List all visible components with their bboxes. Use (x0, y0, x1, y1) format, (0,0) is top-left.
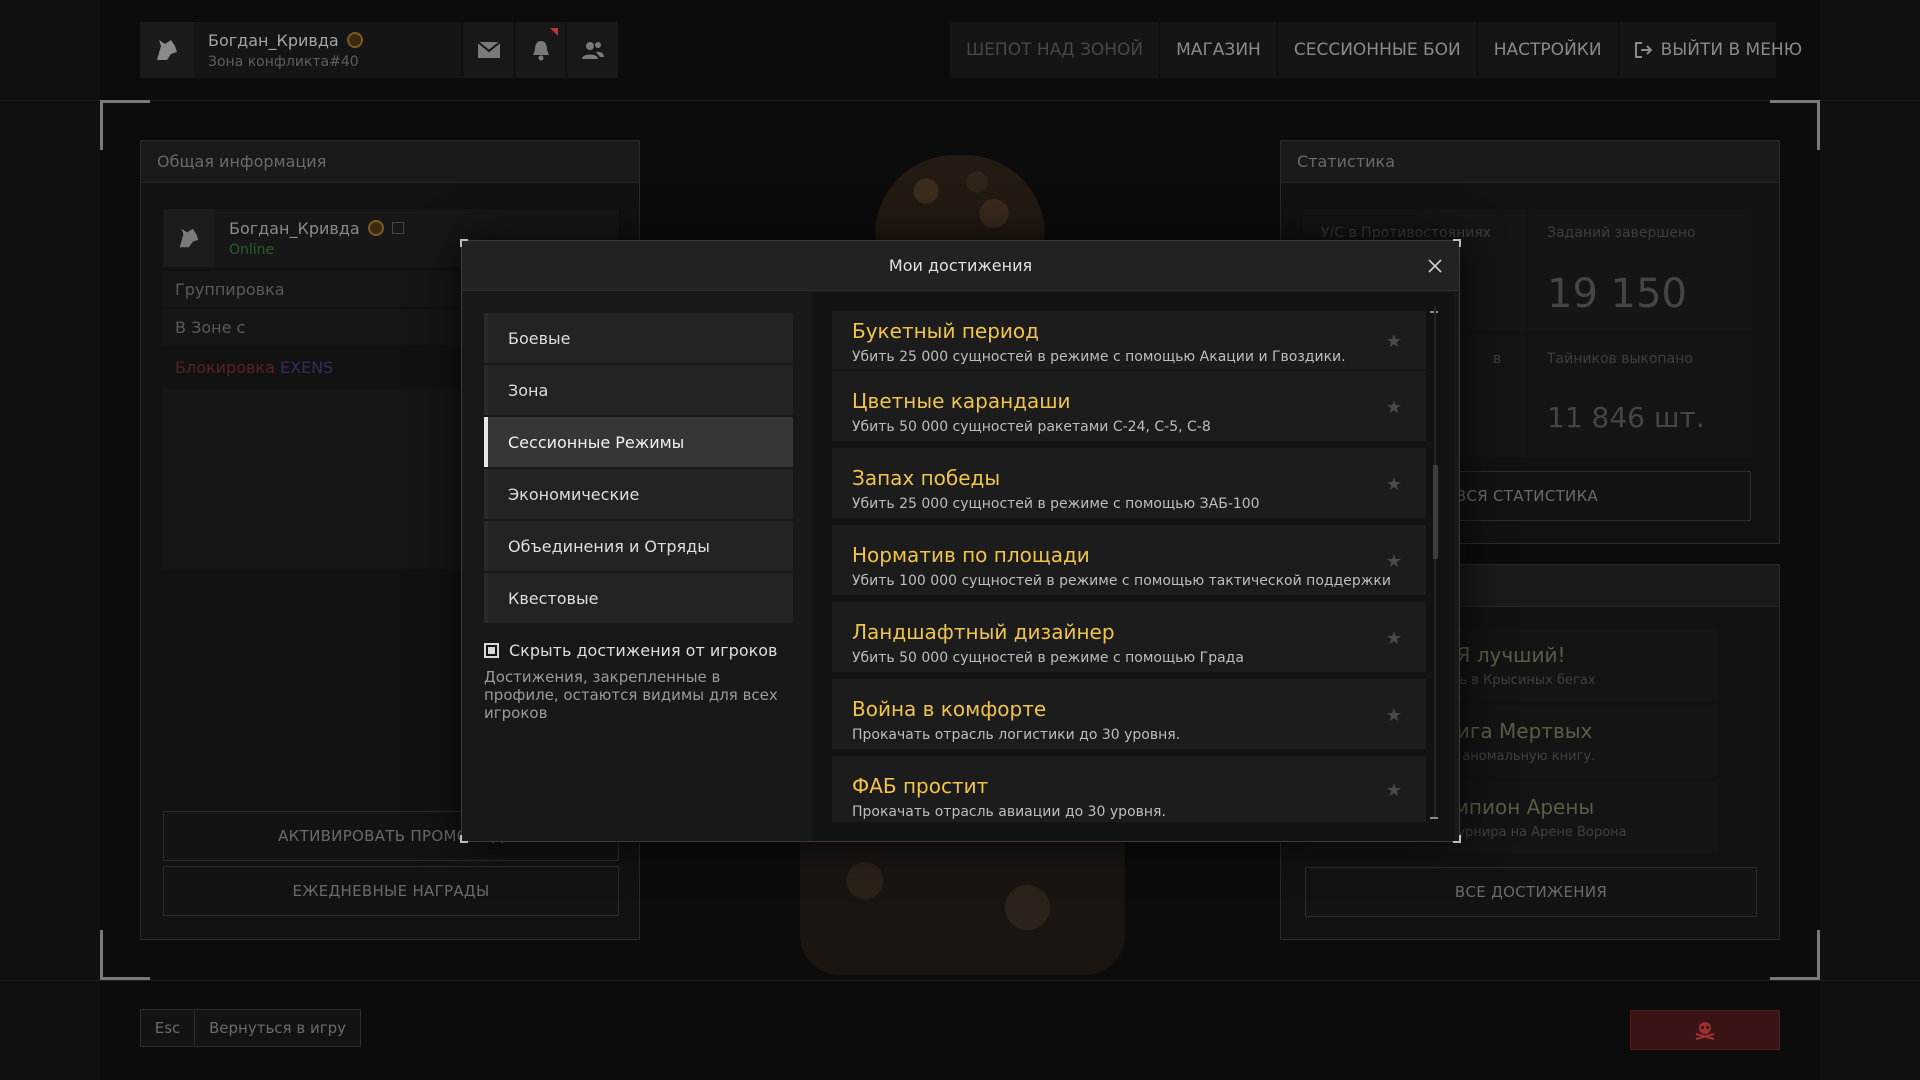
wolf-icon (179, 228, 199, 248)
achievement-description: Убить 25 000 сущностей в режиме с помощь… (852, 349, 1346, 365)
stat-caches-value: 11 846 шт. (1547, 401, 1705, 434)
info-avatar (163, 209, 215, 267)
close-button[interactable] (1423, 254, 1447, 278)
nav-session-battles[interactable]: СЕССИОННЫЕ БОИ (1278, 22, 1478, 78)
skull-icon (1695, 1022, 1715, 1040)
online-status: Online (229, 241, 275, 258)
modal-title: Мои достижения (888, 256, 1033, 275)
stat-tasks-value: 19 150 (1547, 271, 1687, 317)
right-shade (1820, 0, 1920, 1080)
nav-shop[interactable]: МАГАЗИН (1160, 22, 1278, 78)
back-to-game-button[interactable]: Esc Вернуться в игру (140, 1009, 361, 1047)
scrollbar-bottom-cap (1430, 817, 1438, 819)
achievement-title: Букетный период (852, 319, 1039, 343)
nav-exit-menu[interactable]: ВЫЙТИ В МЕНЮ (1619, 22, 1819, 78)
achievement-title: Запах победы (852, 466, 1001, 490)
stat-caches: Тайников выкопано 11 846 шт. (1529, 335, 1751, 457)
nav-whisper[interactable]: ШЕПОТ НАД ЗОНОЙ (950, 22, 1161, 78)
achievement-description: Убить 100 000 сущностей в режиме с помощ… (852, 573, 1391, 589)
category-unions-squads[interactable]: Объединения и Отряды (484, 521, 793, 571)
category-list: Боевые Зона Сессионные Режимы Экономичес… (484, 313, 793, 625)
hide-achievements-note: Достижения, закрепленные в профиле, оста… (484, 668, 778, 722)
character-legs (800, 840, 1125, 975)
close-icon (1428, 259, 1442, 273)
bottom-divider (0, 980, 1920, 981)
achievement-description: Убить 50 000 сущностей ракетами С-24, С-… (852, 419, 1211, 435)
category-zone[interactable]: Зона (484, 365, 793, 415)
notifications-button[interactable] (514, 22, 566, 78)
pin-star-icon[interactable]: ★ (1386, 474, 1402, 495)
achievement-row: Норматив по площади Убить 100 000 сущнос… (832, 525, 1426, 595)
info-panel-title: Общая информация (141, 141, 639, 183)
all-achievements-button[interactable]: ВСЕ ДОСТИЖЕНИЯ (1305, 867, 1757, 917)
hide-achievements-label[interactable]: Скрыть достижения от игроков (509, 641, 777, 660)
hide-achievements-checkbox[interactable] (484, 643, 499, 658)
achievement-row: Запах победы Убить 25 000 сущностей в ре… (832, 448, 1426, 518)
wolf-icon (157, 40, 177, 60)
checkbox-mark (488, 647, 495, 654)
achievement-title: Война в комфорте (852, 697, 1047, 721)
left-shade (0, 0, 100, 1080)
report-button[interactable] (1630, 1010, 1780, 1050)
achievement-list[interactable]: Букетный период Убить 25 000 сущностей в… (812, 293, 1454, 841)
stats-panel-title: Статистика (1281, 141, 1779, 183)
modal-corner-br (1453, 835, 1461, 843)
top-nav: ШЕПОТ НАД ЗОНОЙ МАГАЗИН СЕССИОННЫЕ БОИ Н… (950, 22, 1802, 78)
medal-icon (367, 220, 384, 236)
character-helmet (875, 155, 1045, 245)
daily-rewards-button[interactable]: ЕЖЕДНЕВНЫЕ НАГРАДЫ (163, 866, 619, 916)
category-economic[interactable]: Экономические (484, 469, 793, 519)
pin-star-icon[interactable]: ★ (1386, 397, 1402, 418)
back-to-game-label: Вернуться в игру (209, 1019, 346, 1037)
friends-icon (581, 42, 604, 59)
achievement-row: Цветные карандаши Убить 50 000 сущностей… (832, 371, 1426, 441)
profile-bar: Богдан_Кривда Зона конфликта#40 (140, 22, 618, 78)
achievement-title: Цветные карандаши (852, 389, 1071, 413)
pin-star-icon[interactable]: ★ (1386, 551, 1402, 572)
esc-key-hint: Esc (141, 1010, 195, 1046)
achievement-description: Убить 50 000 сущностей в режиме с помощь… (852, 650, 1244, 666)
profile-zone: Зона конфликта#40 (208, 53, 359, 70)
achievement-title: ФАБ простит (852, 774, 989, 798)
stat-tasks: Заданий завершено 19 150 (1529, 209, 1751, 331)
achievement-title: Ландшафтный дизайнер (852, 620, 1115, 644)
top-divider (0, 100, 1920, 101)
info-player-name: Богдан_Кривда (229, 218, 360, 238)
achievements-modal: Мои достижения Боевые Зона Сессионные Ре… (460, 239, 1461, 843)
mail-icon (476, 41, 501, 58)
category-combat[interactable]: Боевые (484, 313, 793, 363)
pin-star-icon[interactable]: ★ (1386, 780, 1402, 801)
achievement-description: Прокачать отрасль логистики до 30 уровня… (852, 727, 1181, 743)
category-quests[interactable]: Квестовые (484, 573, 793, 623)
achievement-description: Убить 25 000 сущностей в режиме с помощь… (852, 496, 1260, 512)
achievement-description: Прокачать отрасль авиации до 30 уровня. (852, 804, 1166, 820)
scrollbar-thumb[interactable] (1433, 465, 1438, 559)
bell-icon (532, 41, 549, 61)
achievement-row: ФАБ простит Прокачать отрасль авиации до… (832, 756, 1426, 822)
category-session-modes[interactable]: Сессионные Режимы (484, 417, 793, 467)
copy-icon[interactable] (391, 222, 404, 234)
hide-achievements-section: Скрыть достижения от игроков Достижения,… (484, 641, 793, 722)
achievement-row: Ландшафтный дизайнер Убить 50 000 сущнос… (832, 602, 1426, 672)
achievement-title: Норматив по площади (852, 543, 1090, 567)
friends-button[interactable] (566, 22, 618, 78)
achievement-row: Букетный период Убить 25 000 сущностей в… (832, 311, 1426, 369)
modal-corner-bl (460, 835, 468, 843)
modal-header: Мои достижения (462, 241, 1459, 291)
nav-settings[interactable]: НАСТРОЙКИ (1478, 22, 1619, 78)
achievement-row: Война в комфорте Прокачать отрасль логис… (832, 679, 1426, 749)
notification-indicator (550, 28, 558, 36)
profile-name: Богдан_Кривда (208, 30, 339, 50)
medal-icon (346, 32, 363, 48)
exit-icon (1634, 42, 1652, 58)
pin-star-icon[interactable]: ★ (1386, 331, 1402, 352)
pin-star-icon[interactable]: ★ (1386, 705, 1402, 726)
mail-button[interactable] (462, 22, 514, 78)
scrollbar-track[interactable] (1434, 307, 1436, 817)
pin-star-icon[interactable]: ★ (1386, 628, 1402, 649)
avatar[interactable] (140, 22, 194, 78)
